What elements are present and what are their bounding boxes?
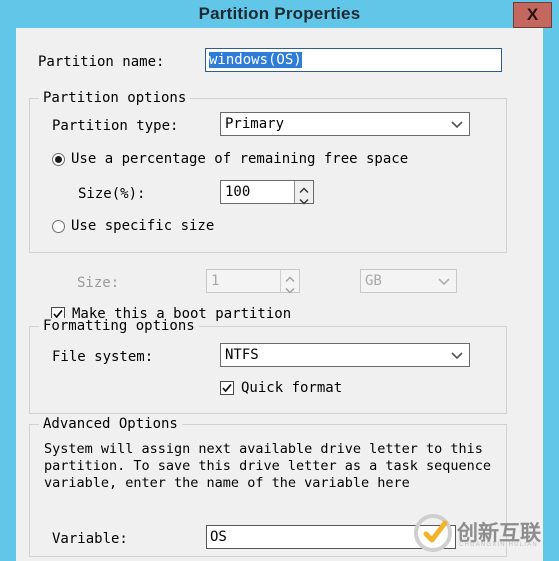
advanced-description-line-1: System will assign next available drive … (44, 441, 483, 457)
formatting-options-title: Formatting options (39, 318, 199, 334)
title-bar: Partition Properties X (0, 0, 559, 28)
percent-size-spinner[interactable]: 100 (220, 180, 314, 205)
specific-size-stepper[interactable] (280, 270, 299, 294)
stepper-up-icon-disabled[interactable] (281, 270, 299, 282)
dialog-body: Partition name: windows(OS) Partition op… (16, 28, 543, 561)
partition-type-select[interactable]: Primary (220, 112, 470, 136)
chevron-down-icon (451, 121, 463, 128)
chevron-down-icon (438, 278, 450, 285)
specific-size-spinner[interactable]: 1 (206, 269, 300, 294)
advanced-options-group: Advanced Options System will assign next… (29, 416, 507, 557)
partition-name-label: Partition name: (38, 54, 165, 70)
quick-format-label: Quick format (241, 380, 343, 396)
close-icon: X (526, 5, 539, 24)
file-system-value: NTFS (225, 347, 259, 363)
use-percentage-radio[interactable]: Use a percentage of remaining free space (52, 151, 472, 169)
radio-indicator-percentage (52, 153, 65, 166)
partition-name-value: windows(OS) (209, 52, 302, 68)
use-specific-size-radio[interactable]: Use specific size (52, 218, 312, 236)
variable-value: OS (210, 529, 227, 545)
stepper-down-icon-disabled[interactable] (281, 281, 299, 294)
close-button[interactable]: X (513, 2, 552, 28)
variable-label: Variable: (52, 531, 128, 547)
file-system-select[interactable]: NTFS (220, 343, 470, 367)
formatting-options-group: Formatting options File system: NTFS Qui… (29, 318, 507, 414)
stepper-down-icon[interactable] (295, 192, 313, 205)
use-percentage-label: Use a percentage of remaining free space (71, 151, 409, 167)
percent-size-label: Size(%): (78, 186, 146, 202)
partition-type-label: Partition type: (52, 118, 179, 134)
window-title: Partition Properties (198, 4, 361, 23)
size-unit-select[interactable]: GB (360, 269, 457, 293)
specific-size-label: Size: (77, 275, 120, 291)
size-unit-value: GB (365, 273, 382, 289)
partition-properties-window: Partition Properties X Partition name: w… (0, 0, 559, 561)
stepper-up-icon[interactable] (295, 181, 313, 193)
use-specific-size-label: Use specific size (71, 218, 215, 234)
advanced-description-line-2: partition. To save this drive letter as … (44, 458, 492, 474)
advanced-description-line-3: variable, enter the name of the variable… (44, 475, 410, 491)
chevron-down-icon (451, 352, 463, 359)
percent-size-stepper[interactable] (294, 181, 313, 205)
partition-options-title: Partition options (39, 90, 191, 106)
partition-type-value: Primary (225, 116, 285, 132)
radio-indicator-specific (52, 220, 65, 233)
specific-size-value: 1 (211, 273, 220, 289)
advanced-options-title: Advanced Options (39, 416, 182, 432)
quick-format-checkbox[interactable]: Quick format (220, 380, 440, 398)
partition-name-input[interactable]: windows(OS) (205, 48, 502, 72)
partition-options-group: Partition options Partition type: Primar… (29, 90, 507, 253)
file-system-label: File system: (52, 349, 154, 365)
variable-input[interactable]: OS (206, 525, 456, 549)
percent-size-value: 100 (225, 184, 251, 200)
checkbox-indicator-quick-format (220, 381, 234, 395)
